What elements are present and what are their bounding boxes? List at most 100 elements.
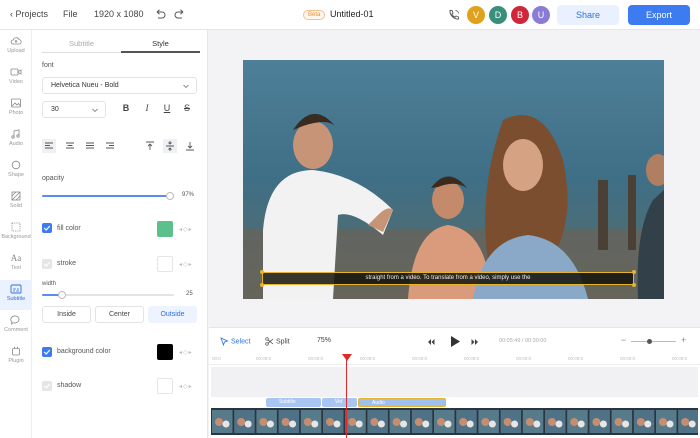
solid-icon [11, 191, 21, 201]
share-button[interactable]: Share [557, 5, 619, 25]
comment-icon [10, 315, 20, 325]
keyframe-control[interactable]: ◂◇▸ [179, 226, 193, 233]
collaborator-avatar[interactable]: V [467, 6, 485, 24]
font-size-select[interactable]: 30 [42, 101, 106, 118]
tab-subtitle[interactable]: Subtitle [42, 39, 121, 48]
playhead-handle[interactable] [342, 354, 352, 361]
video-clip[interactable]: Vid [322, 398, 357, 407]
filmstrip-frame-figure [666, 420, 674, 428]
sidebar-item-text[interactable]: Aa Text [0, 249, 32, 279]
resize-handle[interactable] [632, 270, 636, 274]
video-preview[interactable] [243, 60, 664, 299]
resize-handle[interactable] [632, 283, 636, 287]
position-center-button[interactable]: Center [95, 306, 144, 323]
chevron-down-icon [92, 108, 98, 113]
sidebar-item-plugin[interactable]: Plugin [0, 342, 32, 372]
stroke-width-slider-knob[interactable] [57, 291, 66, 299]
resize-handle[interactable] [260, 270, 264, 274]
font-family-value: Helvetica Nueu - Bold [51, 82, 119, 89]
timeline-zoom-knob[interactable] [647, 339, 652, 344]
subtitle-clip-label: Subtitle [279, 399, 296, 405]
sidebar: Upload Video Photo Audio Shape Solid Bac… [0, 30, 32, 438]
resolution-selector[interactable]: 1920 x 1080 [94, 9, 144, 19]
filmstrip-frame-figure [244, 420, 252, 428]
keyframe-control[interactable]: ◂◇▸ [179, 383, 193, 390]
shadow-checkbox[interactable] [42, 381, 52, 391]
collaborator-avatar[interactable]: U [532, 6, 550, 24]
zoom-level[interactable]: 75% [317, 337, 331, 344]
italic-button[interactable]: I [140, 103, 154, 117]
export-button[interactable]: Export [628, 5, 690, 25]
strikethrough-button[interactable]: S [180, 103, 194, 117]
font-family-select[interactable]: Helvetica Nueu - Bold [42, 77, 197, 94]
skip-back-icon[interactable] [427, 338, 435, 346]
sidebar-item-subtitle[interactable]: Subtitle [0, 280, 32, 310]
phone-call-icon[interactable] [448, 9, 460, 21]
align-justify-icon[interactable] [83, 139, 97, 153]
redo-icon[interactable] [174, 9, 186, 20]
sidebar-item-audio[interactable]: Audio [0, 125, 32, 155]
bold-button[interactable]: B [119, 103, 133, 117]
skip-forward-icon[interactable] [471, 338, 479, 346]
sidebar-item-solid[interactable]: Solid [0, 187, 32, 217]
playhead[interactable] [346, 354, 347, 438]
sidebar-item-upload[interactable]: Upload [0, 32, 32, 62]
align-center-icon[interactable] [63, 139, 77, 153]
play-icon[interactable] [449, 335, 461, 348]
background-color-checkbox[interactable] [42, 347, 52, 357]
subtitle-overlay[interactable]: straight from a video. To translate from… [262, 272, 634, 285]
sidebar-item-photo[interactable]: Photo [0, 94, 32, 124]
time-display: 00:05:49 / 00:30:00 [499, 338, 547, 344]
opacity-slider[interactable] [42, 192, 175, 200]
filmstrip-frame-figure [289, 420, 297, 428]
back-to-projects-link[interactable]: ‹ Projects [10, 9, 48, 19]
stroke-checkbox[interactable] [42, 259, 52, 269]
file-menu[interactable]: File [63, 9, 78, 19]
stroke-color-swatch[interactable] [157, 256, 173, 272]
video-filmstrip-track[interactable] [211, 408, 698, 435]
filmstrip-frame-figure [437, 418, 445, 426]
sidebar-item-background[interactable]: Background [0, 218, 32, 248]
position-outside-button[interactable]: Outside [148, 306, 197, 323]
photo-icon [11, 98, 21, 108]
opacity-slider-knob[interactable] [166, 192, 175, 200]
timeline-zoom-slider[interactable] [631, 339, 676, 344]
filmstrip-frame-figure [533, 420, 541, 428]
filmstrip-frame-figure [548, 418, 556, 426]
shadow-color-swatch[interactable] [157, 378, 173, 394]
align-middle-icon[interactable] [163, 139, 177, 153]
audio-clip[interactable]: Audio [358, 398, 446, 407]
align-left-icon[interactable] [42, 139, 56, 153]
sidebar-item-video[interactable]: Video [0, 63, 32, 93]
sidebar-item-shape[interactable]: Shape [0, 156, 32, 186]
align-bottom-icon[interactable] [183, 139, 197, 153]
empty-track[interactable] [211, 367, 698, 397]
keyframe-control[interactable]: ◂◇▸ [179, 349, 193, 356]
document-title[interactable]: Untitled-01 [330, 9, 374, 19]
fill-color-swatch[interactable] [157, 221, 173, 237]
subtitle-clip[interactable]: Subtitle [266, 398, 321, 407]
resize-handle[interactable] [260, 283, 264, 287]
time-ruler[interactable]: 00:0 00:00:0 00:00:0 00:00:0 00:00:0 00:… [209, 353, 700, 365]
align-right-icon[interactable] [103, 139, 117, 153]
filmstrip-frame-figure [659, 418, 667, 426]
stroke-width-slider[interactable] [42, 291, 174, 299]
underline-button[interactable]: U [160, 103, 174, 117]
zoom-in-icon[interactable]: + [681, 335, 686, 345]
select-tool[interactable]: Select [220, 337, 250, 347]
position-inside-button[interactable]: Inside [42, 306, 91, 323]
collaborator-avatar[interactable]: B [511, 6, 529, 24]
align-top-icon[interactable] [143, 139, 157, 153]
keyframe-control[interactable]: ◂◇▸ [179, 261, 193, 268]
subtitle-icon [10, 284, 22, 294]
fill-color-checkbox[interactable] [42, 223, 52, 233]
background-color-swatch[interactable] [157, 344, 173, 360]
split-tool[interactable]: Split [265, 337, 290, 346]
chevron-down-icon [183, 84, 189, 89]
collaborator-avatar[interactable]: D [489, 6, 507, 24]
zoom-out-icon[interactable]: − [621, 335, 626, 345]
sidebar-item-comment[interactable]: Comment [0, 311, 32, 341]
opacity-value: 97% [182, 192, 195, 198]
undo-icon[interactable] [154, 9, 166, 20]
tab-style[interactable]: Style [121, 39, 200, 48]
